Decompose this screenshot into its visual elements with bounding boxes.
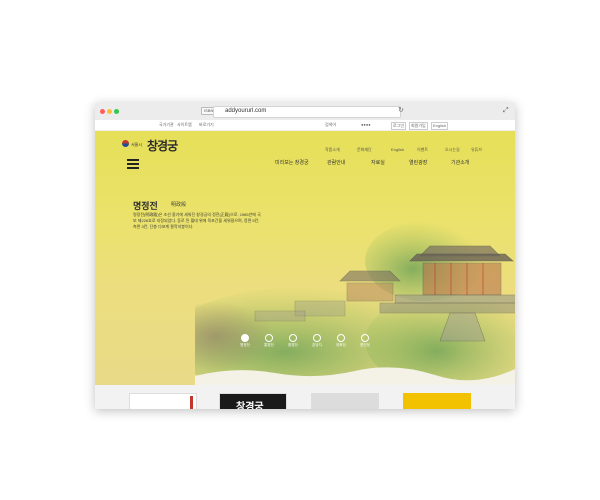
top-link-5[interactable]: 오시는길: [445, 147, 460, 153]
util-link-3[interactable]: 바로가기: [199, 122, 214, 128]
slide-dot-5[interactable]: 양화당: [331, 334, 351, 348]
nav-item-about[interactable]: 기관소개: [451, 159, 469, 167]
slide-dot-1[interactable]: 명정전: [235, 334, 255, 348]
nav-item-visit[interactable]: 관람안내: [327, 159, 345, 167]
hero-title: 명정전: [133, 202, 158, 212]
top-link-2[interactable]: 문화재단: [357, 147, 372, 153]
search-dots: ●●●●: [361, 122, 371, 127]
card-1[interactable]: [129, 393, 197, 409]
login-button[interactable]: 로그인: [391, 122, 407, 130]
card-2-title: 창경궁: [236, 402, 264, 409]
nav-item-preview[interactable]: 미리보는 창경궁: [275, 159, 309, 167]
reload-icon[interactable]: ↻: [398, 106, 404, 115]
maximize-window-icon[interactable]: [114, 109, 119, 114]
government-emblem-icon: [122, 140, 129, 147]
nav-item-open-square[interactable]: 열린광장: [409, 159, 427, 167]
slide-dot-3[interactable]: 환경전: [283, 334, 303, 348]
browser-chrome: ISBN/pdf addyoururl.com ↻ ⤢: [95, 103, 515, 121]
signup-button[interactable]: 회원가입: [409, 122, 428, 130]
slide-dot-6[interactable]: 함인정: [355, 334, 375, 348]
util-link-1[interactable]: 국가기관: [159, 122, 174, 128]
hero-slider-nav: 명정전 통명전 환경전 춘당지 양화당 함인정: [235, 334, 375, 352]
util-link-2[interactable]: 사이트맵: [177, 122, 192, 128]
hamburger-menu-icon[interactable]: [127, 159, 139, 169]
logo-title[interactable]: 창경궁: [147, 137, 178, 154]
top-link-1[interactable]: 작품소개: [325, 147, 340, 153]
top-link-6[interactable]: 유튜브: [471, 147, 482, 153]
card-2[interactable]: 창경궁: [219, 393, 287, 409]
browser-window: ISBN/pdf addyoururl.com ↻ ⤢ 국가기관 사이트맵 바로…: [95, 103, 515, 409]
expand-icon[interactable]: ⤢: [503, 106, 509, 115]
english-button[interactable]: English: [431, 122, 449, 130]
card-3[interactable]: [311, 393, 379, 409]
close-window-icon[interactable]: [100, 109, 105, 114]
hero-section: 서울시 창경궁 작품소개 문화재단 English 이벤트 오시는길 유튜브 미…: [95, 131, 515, 409]
card-row: 창경궁: [95, 389, 515, 409]
hero-hanja: 明政殿: [171, 202, 187, 208]
url-text: addyoururl.com: [225, 108, 267, 114]
logo-subtitle: 서울시: [131, 142, 143, 147]
palace-illustration: [195, 221, 515, 391]
top-link-3[interactable]: English: [391, 147, 404, 153]
search-input-label[interactable]: 검색어: [325, 122, 336, 128]
slide-dot-4[interactable]: 춘당지: [307, 334, 327, 348]
minimize-window-icon[interactable]: [107, 109, 112, 114]
card-4[interactable]: [403, 393, 471, 409]
nav-item-archive[interactable]: 자료실: [371, 159, 385, 167]
utility-bar: 국가기관 사이트맵 바로가기 검색어 ●●●● 로그인 회원가입 English: [95, 120, 515, 131]
top-link-4[interactable]: 이벤트: [417, 147, 428, 153]
slide-dot-2[interactable]: 통명전: [259, 334, 279, 348]
